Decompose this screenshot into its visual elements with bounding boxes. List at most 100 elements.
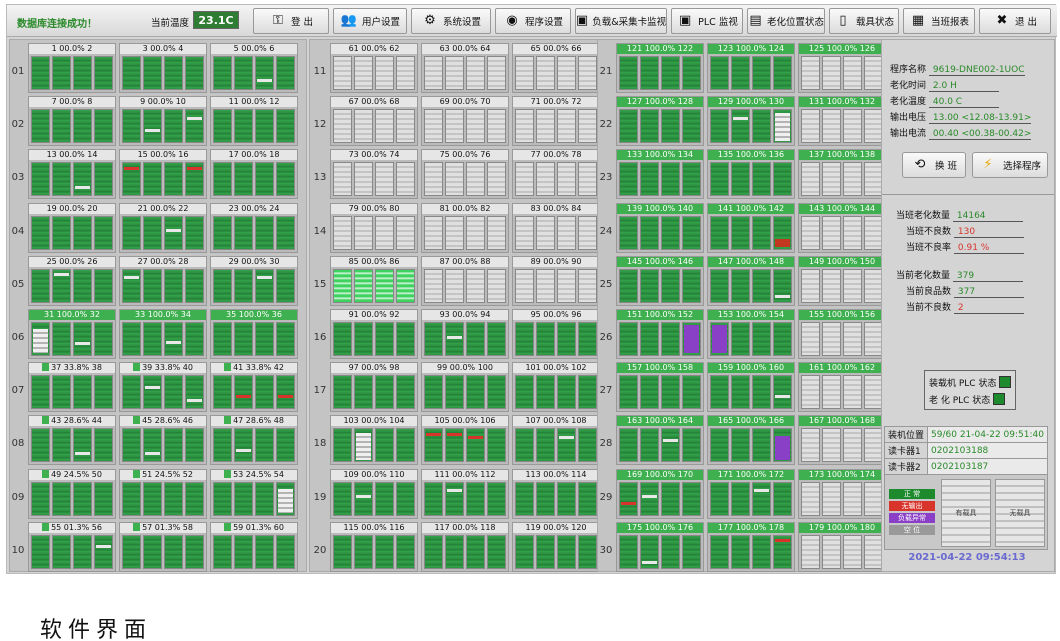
aging-channel[interactable]: [276, 534, 295, 569]
aging-channel[interactable]: [143, 481, 162, 516]
aging-channel[interactable]: [396, 534, 415, 569]
aging-channel[interactable]: [424, 268, 443, 303]
aging-slot[interactable]: 83 00.0% 84: [512, 202, 600, 253]
aging-channel[interactable]: [164, 481, 183, 516]
aging-channel[interactable]: [396, 428, 415, 463]
aging-channel[interactable]: [375, 56, 394, 90]
aging-channel[interactable]: [557, 56, 576, 90]
aging-slot[interactable]: 35 100.0% 36: [210, 309, 298, 359]
aging-channel[interactable]: [773, 56, 792, 90]
aging-channel[interactable]: [640, 162, 659, 197]
aging-channel[interactable]: [710, 534, 729, 569]
aging-slot[interactable]: 143 100.0% 144: [798, 202, 886, 253]
aging-channel[interactable]: [578, 481, 597, 516]
aging-channel[interactable]: [164, 534, 183, 569]
aging-channel[interactable]: [466, 109, 485, 144]
aging-channel[interactable]: [143, 375, 162, 410]
aging-channel[interactable]: [557, 109, 576, 144]
aging-slot[interactable]: 11 00.0% 12: [210, 96, 298, 147]
aging-channel[interactable]: [122, 268, 141, 303]
aging-channel[interactable]: [333, 534, 352, 569]
aging-channel[interactable]: [466, 481, 485, 516]
aging-channel[interactable]: [466, 268, 485, 303]
aging-channel[interactable]: [801, 268, 820, 303]
aging-slot[interactable]: 135 100.0% 136: [707, 149, 795, 200]
aging-channel[interactable]: [122, 215, 141, 250]
aging-channel[interactable]: [557, 322, 576, 356]
aging-channel[interactable]: [122, 56, 141, 90]
exit-button[interactable]: ✖ 退 出: [979, 8, 1051, 34]
program-settings-button[interactable]: ◉ 程序设置: [495, 8, 571, 34]
aging-channel[interactable]: [333, 375, 352, 410]
aging-channel[interactable]: [515, 215, 534, 250]
aging-channel[interactable]: [234, 322, 253, 356]
aging-channel[interactable]: [773, 215, 792, 250]
aging-channel[interactable]: [375, 268, 394, 303]
aging-slot[interactable]: 117 00.0% 118: [421, 521, 509, 572]
aging-slot[interactable]: 177 100.0% 178: [707, 521, 795, 572]
aging-channel[interactable]: [822, 534, 841, 569]
aging-slot[interactable]: 69 00.0% 70: [421, 96, 509, 147]
aging-channel[interactable]: [710, 268, 729, 303]
aging-slot[interactable]: 29 00.0% 30: [210, 255, 298, 306]
aging-channel[interactable]: [354, 268, 373, 303]
aging-channel[interactable]: [773, 109, 792, 144]
aging-channel[interactable]: [487, 268, 506, 303]
aging-channel[interactable]: [234, 162, 253, 197]
aging-channel[interactable]: [354, 534, 373, 569]
aging-channel[interactable]: [255, 428, 274, 463]
aging-channel[interactable]: [234, 375, 253, 410]
aging-channel[interactable]: [773, 375, 792, 410]
aging-channel[interactable]: [375, 109, 394, 144]
aging-channel[interactable]: [731, 56, 750, 90]
aging-channel[interactable]: [536, 428, 555, 463]
aging-channel[interactable]: [375, 162, 394, 197]
aging-channel[interactable]: [466, 322, 485, 356]
aging-channel[interactable]: [682, 56, 701, 90]
aging-channel[interactable]: [424, 322, 443, 356]
aging-channel[interactable]: [31, 268, 50, 303]
aging-channel[interactable]: [640, 481, 659, 516]
aging-channel[interactable]: [843, 109, 862, 144]
aging-channel[interactable]: [234, 268, 253, 303]
aging-channel[interactable]: [31, 322, 50, 356]
aging-channel[interactable]: [164, 268, 183, 303]
aging-channel[interactable]: [661, 534, 680, 569]
aging-channel[interactable]: [619, 268, 638, 303]
aging-slot[interactable]: 15 00.0% 16: [119, 149, 207, 200]
aging-channel[interactable]: [661, 162, 680, 197]
aging-channel[interactable]: [255, 481, 274, 516]
aging-channel[interactable]: [822, 215, 841, 250]
aging-slot[interactable]: 99 00.0% 100: [421, 362, 509, 413]
aging-channel[interactable]: [213, 56, 232, 90]
aging-channel[interactable]: [94, 375, 113, 410]
aging-channel[interactable]: [52, 109, 71, 144]
aging-channel[interactable]: [333, 162, 352, 197]
aging-channel[interactable]: [801, 534, 820, 569]
aging-slot[interactable]: 19 00.0% 20: [28, 202, 116, 253]
aging-channel[interactable]: [213, 428, 232, 463]
aging-channel[interactable]: [619, 162, 638, 197]
aging-channel[interactable]: [578, 322, 597, 356]
aging-channel[interactable]: [73, 268, 92, 303]
aging-channel[interactable]: [354, 428, 373, 463]
aging-channel[interactable]: [773, 428, 792, 463]
aging-channel[interactable]: [375, 428, 394, 463]
aging-channel[interactable]: [354, 322, 373, 356]
aging-slot[interactable]: 119 00.0% 120: [512, 521, 600, 572]
aging-channel[interactable]: [234, 481, 253, 516]
aging-channel[interactable]: [185, 428, 204, 463]
aging-channel[interactable]: [661, 322, 680, 356]
aging-channel[interactable]: [773, 481, 792, 516]
aging-channel[interactable]: [515, 109, 534, 144]
aging-channel[interactable]: [31, 428, 50, 463]
user-settings-button[interactable]: 👥 用户设置: [333, 8, 407, 34]
aging-slot[interactable]: 129 100.0% 130: [707, 96, 795, 147]
aging-channel[interactable]: [94, 428, 113, 463]
aging-channel[interactable]: [213, 375, 232, 410]
aging-channel[interactable]: [515, 534, 534, 569]
aging-channel[interactable]: [354, 162, 373, 197]
aging-slot[interactable]: 151 100.0% 152: [616, 309, 704, 359]
aging-channel[interactable]: [843, 534, 862, 569]
aging-channel[interactable]: [578, 162, 597, 197]
